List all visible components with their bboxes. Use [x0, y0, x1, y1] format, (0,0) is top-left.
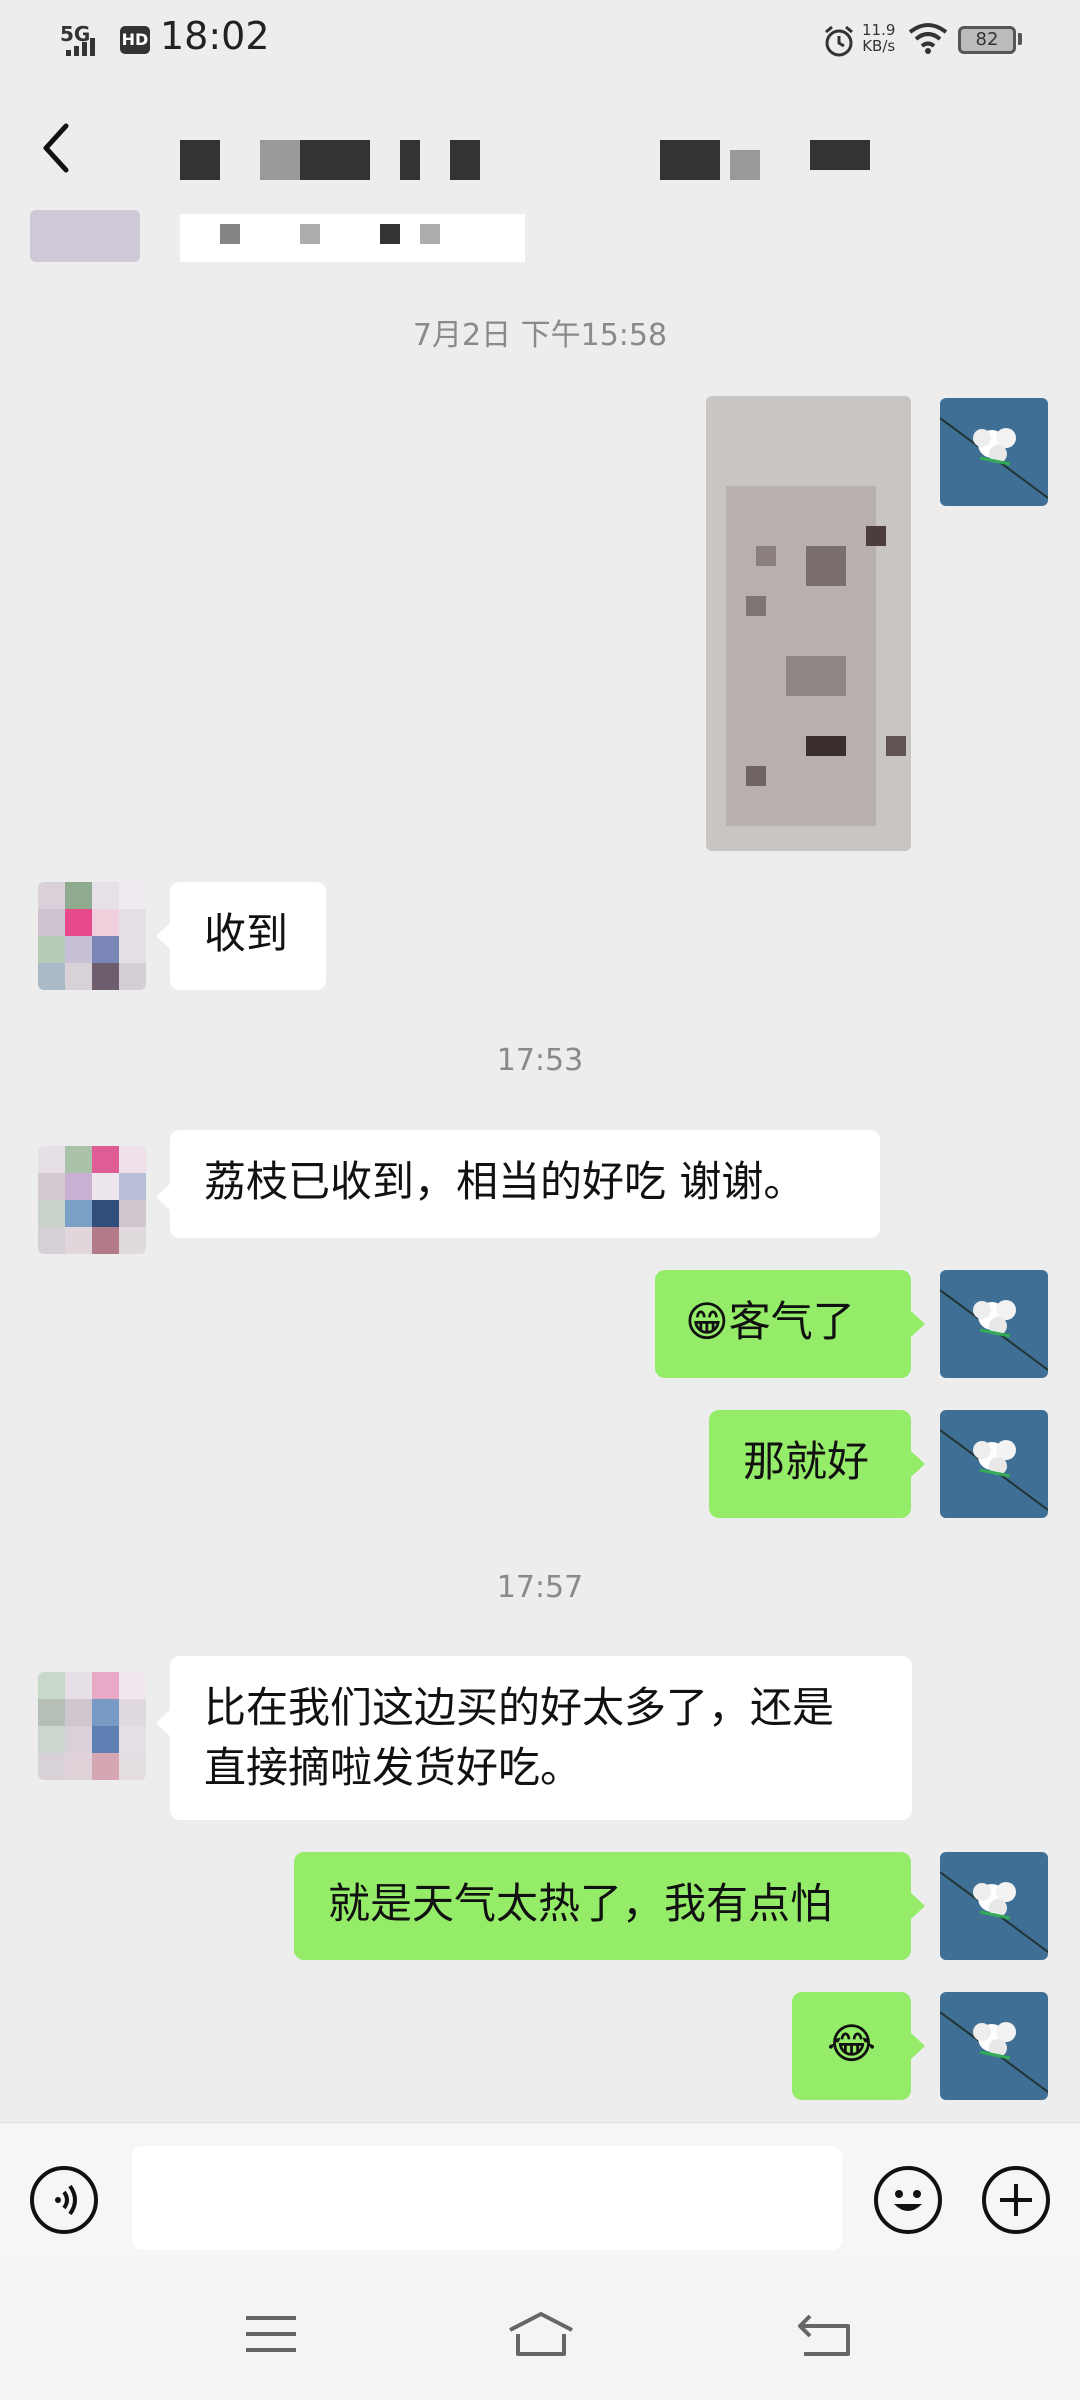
signal-icon — [64, 38, 104, 62]
chat-title-obscured — [160, 140, 890, 180]
my-avatar[interactable] — [940, 1852, 1048, 1960]
contact-avatar[interactable] — [38, 882, 146, 990]
timestamp: 17:53 — [496, 1043, 584, 1078]
message-line: 直接摘啦发货好吃。 — [204, 1743, 583, 1792]
previous-avatar — [30, 210, 140, 262]
message-input[interactable] — [132, 2146, 842, 2250]
incoming-message[interactable]: 比在我们这边买的好太多了，还是 直接摘啦发货好吃。 — [170, 1656, 912, 1820]
battery-indicator: 82 — [958, 26, 1016, 54]
outgoing-message[interactable]: 😂 — [792, 1992, 911, 2100]
my-avatar[interactable] — [940, 1270, 1048, 1378]
bubble-tail — [911, 2033, 925, 2059]
plus-icon[interactable] — [982, 2166, 1050, 2234]
timestamp: 17:57 — [496, 1570, 584, 1605]
bubble-tail — [156, 1710, 170, 1736]
incoming-message[interactable]: 荔枝已收到，相当的好吃 谢谢。 — [170, 1130, 880, 1238]
chevron-left-icon[interactable] — [36, 120, 76, 180]
voice-icon[interactable] — [30, 2166, 98, 2234]
bubble-tail — [156, 1184, 170, 1210]
my-avatar[interactable] — [940, 1992, 1048, 2100]
outgoing-message[interactable]: 😁客气了 — [655, 1270, 911, 1378]
status-bar: 5G HD 18:02 11.9 KB/s 82 — [0, 0, 1080, 80]
back-icon[interactable] — [796, 2312, 852, 2362]
battery-tip — [1018, 33, 1022, 45]
image-message[interactable] — [706, 396, 911, 851]
bubble-tail — [156, 923, 170, 949]
home-icon[interactable] — [506, 2310, 576, 2362]
contact-avatar[interactable] — [38, 1672, 146, 1780]
emoji-icon[interactable] — [874, 2166, 942, 2234]
grin-emoji: 😁 — [685, 1297, 729, 1346]
bubble-tail — [911, 1893, 925, 1919]
clock: 18:02 — [160, 14, 270, 58]
outgoing-message[interactable]: 就是天气太热了，我有点怕 — [294, 1852, 911, 1960]
hd-badge: HD — [120, 26, 150, 54]
outgoing-message[interactable]: 那就好 — [709, 1410, 911, 1518]
wifi-icon — [908, 22, 948, 58]
alarm-icon — [822, 24, 856, 62]
my-avatar[interactable] — [940, 398, 1048, 506]
menu-icon[interactable] — [244, 2314, 298, 2358]
my-avatar[interactable] — [940, 1410, 1048, 1518]
incoming-message[interactable]: 收到 — [170, 882, 326, 990]
message-line: 比在我们这边买的好太多了，还是 — [204, 1683, 835, 1732]
speed-value: 11.9 — [862, 21, 896, 39]
bubble-tail — [911, 1451, 925, 1477]
contact-avatar[interactable] — [38, 1146, 146, 1254]
message-text: 客气了 — [728, 1297, 855, 1346]
bubble-tail — [911, 1311, 925, 1337]
previous-message-obscured — [180, 214, 525, 262]
network-speed: 11.9 KB/s — [862, 22, 895, 54]
speed-unit: KB/s — [862, 37, 896, 55]
timestamp: 7月2日 下午15:58 — [412, 318, 668, 353]
